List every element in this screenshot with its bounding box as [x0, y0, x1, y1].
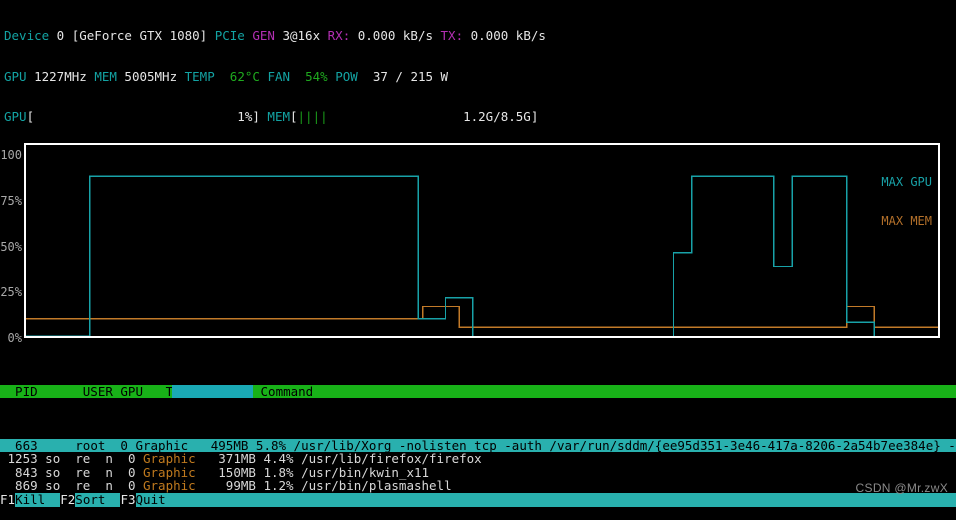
footer-gap-1	[45, 492, 60, 507]
device-line-seg-5: 3@16x	[274, 28, 328, 43]
legend-max-gpu: MAX GPU	[881, 175, 932, 189]
y-tick-50: 50%	[0, 240, 22, 254]
bar-line-seg-0: GPU	[4, 109, 27, 124]
function-key-bar: F1Kill F2Sort F3Quit	[0, 492, 956, 507]
bar-line-seg-5: ||||	[297, 109, 328, 124]
clock-line-seg-4: TEMP	[184, 68, 215, 84]
f1-key: F1	[0, 492, 16, 507]
clock-line-seg-1: 1227MHz	[26, 68, 95, 84]
clock-line-seg-6: 62°C	[229, 68, 260, 84]
y-tick-100: 100	[0, 148, 22, 162]
clock-line-seg-13: 37 / 215 W	[357, 68, 449, 84]
device-line-seg-4: GEN	[252, 28, 275, 43]
clock-line-seg-9	[290, 69, 305, 84]
clock-line-seg-2: MEM	[94, 68, 117, 84]
table-row[interactable]: 869 so re n 0 Graphic 99MB 1.2% /usr/bin…	[0, 479, 956, 493]
bar-line-seg-6: 1.2G/8.5G]	[327, 109, 539, 124]
header-col-command[interactable]: Command	[253, 384, 956, 398]
header-line-device: Device 0 [GeForce GTX 1080] PCIe GEN 3@1…	[4, 29, 956, 43]
graph-plot-area: MAX GPU MAX MEM	[24, 143, 940, 338]
graph-y-axis: 100 75% 50% 25% 0%	[0, 143, 22, 344]
f1-kill-action[interactable]: Kill	[15, 492, 45, 507]
f3-key: F3	[120, 492, 136, 507]
table-row[interactable]: 1253 so re n 0 Graphic 371MB 4.4% /usr/l…	[0, 452, 956, 466]
gpu-history-graph: 100 75% 50% 25% 0% MAX GPU MAX MEM	[0, 143, 956, 344]
header-line-clocks: GPU 1227MHz MEM 5005MHz TEMP 62°C FAN 54…	[4, 68, 956, 84]
device-line-seg-6: RX:	[327, 28, 351, 43]
device-line-seg-0: Device	[4, 28, 50, 43]
clock-line-seg-8: FAN	[267, 68, 291, 84]
bar-line-seg-1: [	[26, 109, 35, 124]
bar-line-seg-4: [	[290, 109, 298, 124]
gpu-status-header: Device 0 [GeForce GTX 1080] PCIe GEN 3@1…	[0, 0, 956, 137]
device-line-seg-2: PCIe	[214, 28, 245, 43]
f3-quit-action[interactable]: Quit	[136, 492, 166, 507]
series-max-mem	[26, 305, 938, 329]
clock-line-seg-12: POW	[335, 68, 358, 84]
device-line-seg-1: 0 [GeForce GTX 1080]	[49, 28, 215, 43]
table-row[interactable]: 663 root 0 Graphic 495MB 5.8% /usr/lib/X…	[0, 438, 956, 452]
clock-line-seg-10: 54%	[305, 68, 328, 84]
device-line-seg-7: 0.000 kB/s	[350, 28, 441, 43]
graph-svg	[26, 175, 938, 336]
series-max-gpu	[26, 175, 875, 336]
footer-gap-2	[105, 492, 120, 507]
f2-key: F2	[60, 492, 76, 507]
y-tick-25: 25%	[0, 285, 22, 299]
header-line-bars: GPU[ 1%] MEM[|||| 1.2G/8.5G]	[4, 110, 956, 124]
f2-sort-action[interactable]: Sort	[75, 492, 105, 507]
legend-max-mem: MAX MEM	[881, 214, 932, 228]
device-line-seg-9: 0.000 kB/s	[463, 28, 546, 43]
table-row[interactable]: 843 so re n 0 Graphic 150MB 1.8% /usr/bi…	[0, 465, 956, 480]
y-tick-75: 75%	[0, 194, 22, 208]
device-line-seg-8: TX:	[440, 28, 464, 43]
clock-line-seg-3: 5005MHz	[116, 68, 185, 84]
clock-line-seg-0: GPU	[4, 68, 27, 84]
bar-line-seg-2: 1%]	[34, 109, 260, 124]
watermark: CSDN @Mr.zwX	[855, 481, 948, 495]
process-table-header: PID USER GPU TYPE MEM Command	[0, 384, 956, 398]
clock-line-seg-5	[215, 69, 230, 84]
bar-line-seg-3: MEM	[259, 109, 290, 124]
graph-legend: MAX GPU MAX MEM	[881, 150, 932, 254]
y-tick-0: 0%	[7, 331, 22, 345]
header-cols-pid-user-gpu-type[interactable]: PID USER GPU TYPE	[0, 384, 196, 398]
